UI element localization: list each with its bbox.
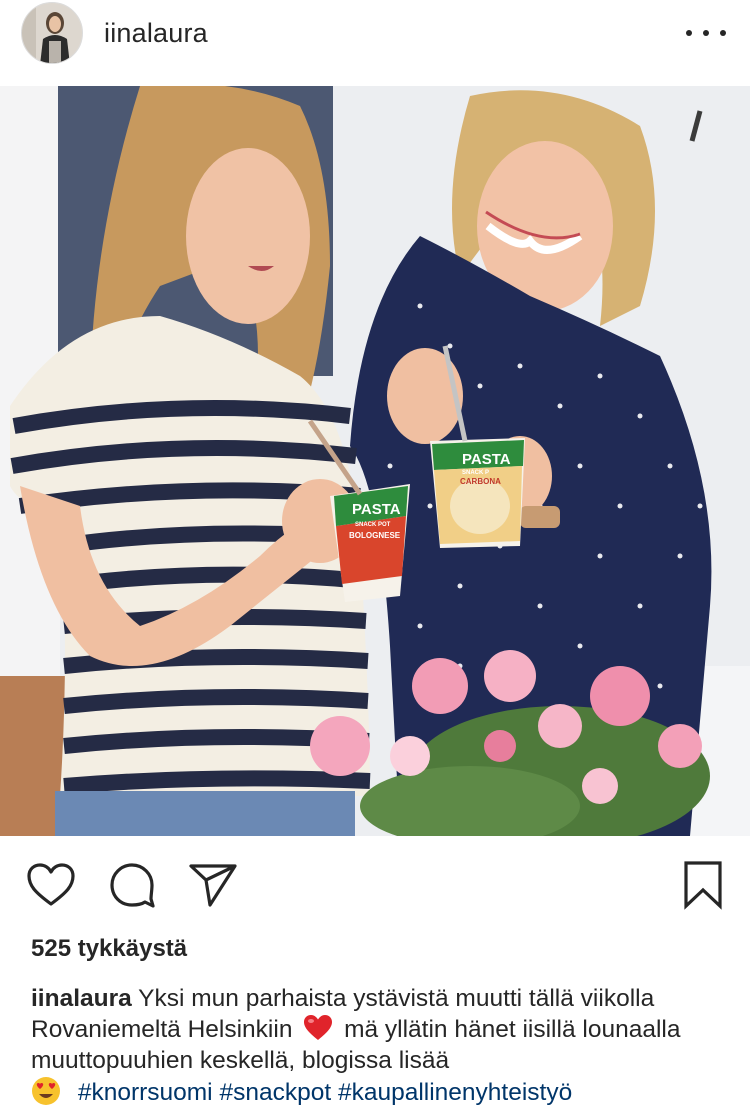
post-caption: iinalaura Yksi mun parhaista ystävistä m…	[31, 983, 731, 1108]
comment-button[interactable]	[108, 862, 156, 908]
post-header: iinalaura	[0, 0, 750, 84]
hashtag-kaupallinenyhteistyo[interactable]: #kaupallinenyhteistyö	[338, 1079, 572, 1106]
header-username[interactable]: iinalaura	[104, 18, 208, 49]
heart-eyes-emoji-icon	[32, 1077, 60, 1105]
like-count[interactable]: 525 tykkäystä	[31, 935, 187, 963]
bookmark-icon	[684, 861, 722, 910]
cup-right-subtitle: SNACK P	[462, 470, 489, 476]
cup-left-flavor: BOLOGNESE	[349, 531, 401, 540]
avatar[interactable]	[21, 2, 83, 64]
share-button[interactable]	[188, 862, 238, 908]
hashtag-snackpot[interactable]: #snackpot	[219, 1079, 331, 1106]
paper-plane-icon	[189, 864, 237, 907]
red-heart-emoji-icon	[304, 1015, 333, 1040]
hashtag-knorrsuomi[interactable]: #knorrsuomi	[78, 1079, 213, 1106]
cup-left-brand: PASTA	[352, 501, 401, 518]
caption-username[interactable]: iinalaura	[31, 985, 132, 1012]
comment-bubble-icon	[110, 863, 155, 908]
heart-outline-icon	[27, 863, 75, 906]
cup-right-flavor: CARBONA	[460, 477, 501, 486]
cup-right-brand: PASTA	[462, 451, 511, 468]
ellipsis-icon	[686, 30, 692, 36]
post-photo[interactable]: PASTA SNACK POT BOLOGNESE PASTA SNACK P …	[0, 86, 750, 836]
cup-left-subtitle: SNACK POT	[355, 522, 391, 528]
more-options-button[interactable]	[686, 22, 726, 44]
save-button[interactable]	[683, 860, 723, 910]
like-button[interactable]	[26, 862, 76, 908]
action-bar	[0, 836, 750, 932]
